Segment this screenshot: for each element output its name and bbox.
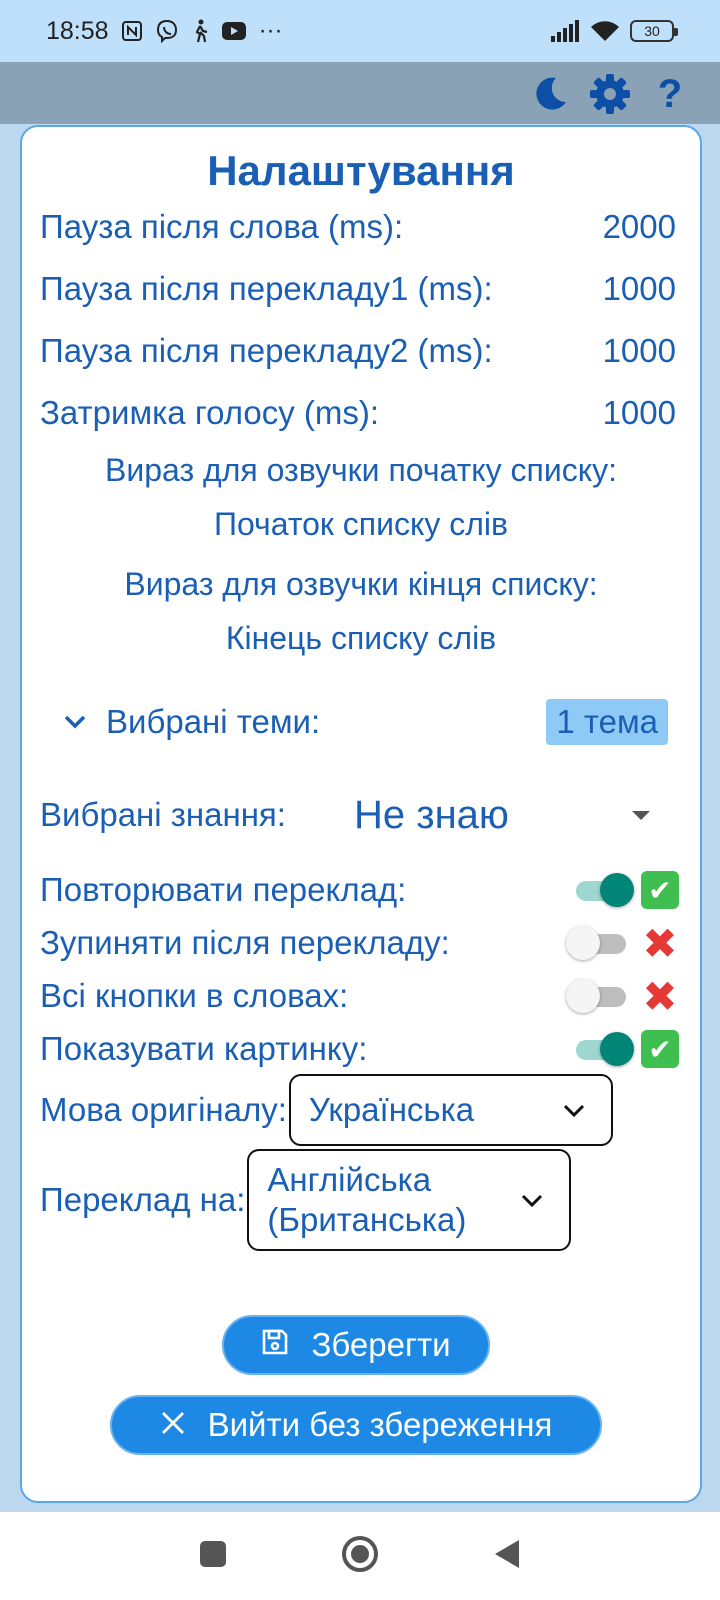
show-picture-row: Показувати картинку: ✔ <box>40 1024 680 1074</box>
voice-delay-label: Затримка голосу (ms): <box>40 394 380 431</box>
repeat-translation-toggle[interactable] <box>572 873 634 907</box>
repeat-translation-label: Повторювати переклад: <box>40 871 407 908</box>
pause-after-translation2-label: Пауза після перекладу2 (ms): <box>40 332 493 369</box>
check-icon: ✔ <box>640 870 680 910</box>
chevron-down-icon <box>519 1187 545 1213</box>
target-language-label: Переклад на: <box>40 1181 246 1218</box>
stop-after-translation-row: Зупиняти після перекладу: ✖ <box>40 918 680 968</box>
target-language-value-line2: (Британська) <box>267 1201 467 1238</box>
status-bar: 18:58 ··· 30 <box>0 0 720 62</box>
source-language-row: Мова оригіналу: Українська <box>40 1074 613 1146</box>
chevron-down-icon[interactable] <box>62 707 92 737</box>
navigation-bar <box>0 1512 720 1600</box>
battery-icon: 30 <box>630 20 678 42</box>
knowledge-select[interactable]: Не знаю <box>354 793 650 838</box>
voice-delay-value[interactable]: 1000 <box>603 394 676 432</box>
recents-icon[interactable] <box>198 1539 228 1574</box>
pause-after-translation1-row: Пауза після перекладу1 (ms): 1000 <box>40 264 676 314</box>
target-language-select[interactable]: Англійська (Британська) <box>247 1149 572 1251</box>
moon-icon[interactable] <box>528 72 572 116</box>
source-language-select[interactable]: Українська <box>288 1074 613 1146</box>
help-icon[interactable]: ? <box>648 72 692 116</box>
start-phrase-value[interactable]: Початок списку слів <box>22 506 700 543</box>
start-phrase-label: Вираз для озвучки початку списку: <box>105 452 617 488</box>
selected-topics-row[interactable]: Вибрані теми: 1 тема <box>62 697 668 747</box>
close-icon <box>160 1406 186 1444</box>
home-icon[interactable] <box>340 1534 380 1579</box>
source-language-value: Українська <box>308 1091 475 1128</box>
stop-after-translation-label: Зупиняти після перекладу: <box>40 924 450 961</box>
status-time: 18:58 <box>46 16 109 45</box>
cross-icon: ✖ <box>642 972 678 1020</box>
gear-icon[interactable] <box>588 72 632 116</box>
selected-knowledge-row: Вибрані знання: Не знаю <box>40 787 676 843</box>
target-language-value-line1: Англійська <box>267 1161 432 1198</box>
dropdown-arrow-icon <box>631 810 650 820</box>
target-language-row: Переклад на: Англійська (Британська) <box>40 1149 572 1251</box>
wifi-icon <box>590 19 620 43</box>
back-icon[interactable] <box>492 1538 522 1575</box>
cross-icon: ✖ <box>642 919 678 967</box>
all-buttons-in-words-row: Всі кнопки в словах: ✖ <box>40 971 680 1021</box>
nfc-icon <box>121 20 143 42</box>
more-notifications: ··· <box>258 17 283 44</box>
pause-after-translation1-label: Пауза після перекладу1 (ms): <box>40 270 493 307</box>
selected-topics-badge[interactable]: 1 тема <box>546 699 668 745</box>
show-picture-label: Показувати картинку: <box>40 1030 368 1067</box>
pause-after-word-value[interactable]: 2000 <box>603 208 676 246</box>
pause-after-translation2-row: Пауза після перекладу2 (ms): 1000 <box>40 326 676 376</box>
pause-after-word-label: Пауза після слова (ms): <box>40 208 404 245</box>
all-buttons-in-words-label: Всі кнопки в словах: <box>40 977 349 1014</box>
pause-after-translation2-value[interactable]: 1000 <box>603 332 676 370</box>
signal-icon <box>550 20 580 42</box>
selected-topics-label: Вибрані теми: <box>106 703 321 740</box>
end-phrase-label: Вираз для озвучки кінця списку: <box>124 566 598 602</box>
show-picture-toggle[interactable] <box>572 1032 634 1066</box>
youtube-icon <box>221 21 247 41</box>
knowledge-select-value: Не знаю <box>353 792 509 837</box>
voice-delay-row: Затримка голосу (ms): 1000 <box>40 388 676 438</box>
settings-dialog: Налаштування Пауза після слова (ms): 200… <box>20 125 702 1503</box>
app-bar: ? <box>0 62 720 124</box>
pause-after-translation1-value[interactable]: 1000 <box>603 270 676 308</box>
end-phrase-value[interactable]: Кінець списку слів <box>22 620 700 657</box>
stop-after-translation-toggle[interactable] <box>566 926 630 960</box>
repeat-translation-row: Повторювати переклад: ✔ <box>40 865 680 915</box>
exit-without-saving-label: Вийти без збереження <box>207 1406 553 1443</box>
chevron-down-icon <box>561 1097 587 1123</box>
exit-without-saving-button[interactable]: Вийти без збереження <box>110 1395 602 1455</box>
walking-icon <box>191 19 209 43</box>
save-button[interactable]: Зберегти <box>222 1315 490 1375</box>
all-buttons-in-words-toggle[interactable] <box>566 979 630 1013</box>
pause-after-word-row: Пауза після слова (ms): 2000 <box>40 202 676 252</box>
selected-knowledge-label: Вибрані знання: <box>40 796 286 833</box>
source-language-label: Мова оригіналу: <box>40 1091 287 1128</box>
dialog-title: Налаштування <box>207 147 515 194</box>
floppy-disk-icon <box>261 1326 289 1364</box>
check-icon: ✔ <box>640 1029 680 1069</box>
save-button-label: Зберегти <box>311 1326 451 1363</box>
viber-icon <box>155 19 179 43</box>
